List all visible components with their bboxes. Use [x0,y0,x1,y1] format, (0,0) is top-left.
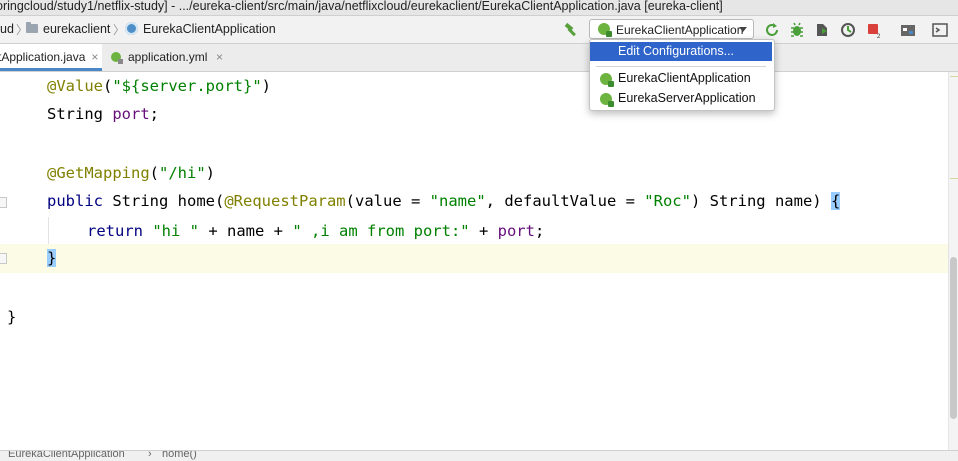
fold-marker-icon[interactable] [0,253,7,264]
menu-item-edit-configurations[interactable]: Edit Configurations... [590,42,772,61]
stop-icon[interactable]: 2 [866,22,882,38]
annotation-token: @Value [47,77,103,95]
menu-item-label: EurekaClientApplication [618,71,751,85]
breadcrumb-item-class[interactable]: EurekaClientApplication [143,22,276,36]
keyword-token: return [87,222,153,240]
code-token: ; [149,105,159,123]
code-line: } [7,303,16,332]
menu-item-label: Edit Configurations... [618,44,735,58]
string-token: "name" [429,192,486,210]
menu-item-eureka-client-application[interactable]: EurekaClientApplication [590,69,772,88]
string-token: "Roc" [644,192,691,210]
breadcrumb-item-project[interactable]: ud [0,22,14,36]
breadcrumb-separator: 〉 [113,23,126,37]
tab-label: application.yml [128,50,208,64]
build-hammer-icon[interactable] [563,22,579,38]
chevron-down-icon [739,27,747,32]
run-configuration-label: EurekaClientApplication [616,23,744,37]
terminal-icon[interactable] [932,22,948,38]
code-line: return "hi " + name + " ,i am from port:… [87,217,544,246]
tab-application-yml[interactable]: application.yml × [108,44,228,71]
run-configurations-popup: Edit Configurations... EurekaClientAppli… [589,39,775,111]
editor-vertical-scrollbar[interactable] [948,72,958,450]
package-folder-icon [26,22,38,33]
scroll-marker [950,76,958,77]
scrollbar-thumb[interactable] [950,257,957,419]
code-editor[interactable]: @Value("${server.port}") String port; @G… [0,72,948,450]
svg-text:2: 2 [877,34,881,38]
code-token: ( [149,164,159,182]
close-icon[interactable]: × [91,50,98,64]
string-token: " ,i am from port:" [292,222,470,240]
debug-bug-icon[interactable] [789,22,805,38]
code-token: ) [261,77,271,95]
tab-eureka-client-application[interactable]: tApplication.java × [0,44,102,71]
annotation-token: @RequestParam [224,192,346,210]
code-line: @GetMapping("/hi") [47,159,215,188]
menu-item-label: EurekaServerApplication [618,91,756,105]
close-icon[interactable]: × [216,44,223,71]
status-breadcrumb-method[interactable]: home() [162,451,197,460]
code-token: String home( [103,192,225,210]
menu-item-eureka-server-application[interactable]: EurekaServerApplication [590,89,772,108]
annotation-token: @GetMapping [47,164,150,182]
window-title: oringcloud/study1/netflix-study] - .../e… [0,0,723,13]
status-breadcrumb-separator: › [148,450,152,460]
status-breadcrumb-class[interactable]: EurekaClientApplication [8,451,125,460]
indent-guide [48,217,49,244]
profile-icon[interactable] [840,22,856,38]
code-token: ; [534,222,545,240]
spring-boot-icon [600,73,614,87]
matched-brace: { [830,192,841,210]
rerun-icon[interactable] [764,22,780,38]
code-token: (value = [345,192,430,210]
coverage-icon[interactable] [814,22,830,38]
breadcrumb-item-package[interactable]: eurekaclient [43,22,110,36]
spring-boot-icon [600,93,614,107]
code-token: , defaultValue = [485,192,645,210]
editor-breadcrumb-bar: EurekaClientApplication › home() [0,450,958,461]
code-token: ) String name) [690,192,831,210]
field-token: port [497,222,535,240]
spring-config-icon [111,52,123,64]
code-token: ) [205,164,216,182]
string-token: "${server.port}" [112,77,262,95]
project-structure-icon[interactable] [900,22,916,38]
navigation-bar: ud 〉 eurekaclient 〉 EurekaClientApplicat… [0,16,958,44]
code-token: + name + [199,222,293,240]
code-token: } [7,308,17,326]
string-token: "/hi" [159,164,206,182]
run-configuration-select[interactable]: EurekaClientApplication [589,19,754,39]
matched-brace: } [47,249,57,267]
spring-boot-icon [598,23,612,37]
code-line: @Value("${server.port}") [47,72,271,101]
class-icon [125,22,138,35]
code-token: + [469,222,498,240]
window-titlebar: oringcloud/study1/netflix-study] - .../e… [0,0,958,16]
keyword-token: public [47,192,103,210]
string-token: "hi " [152,222,199,240]
caret-line-highlight [0,244,948,273]
code-line: public String home(@RequestParam(value =… [47,187,841,216]
tab-label: tApplication.java [0,50,86,64]
code-token: String [47,105,113,123]
scroll-marker [950,178,958,179]
menu-separator [596,66,766,67]
code-line: String port; [47,100,159,129]
editor-tab-bar: tApplication.java × application.yml × [0,44,958,72]
code-token: ( [103,77,113,95]
fold-marker-icon[interactable] [0,197,7,208]
field-token: port [112,105,150,123]
code-line: } [47,244,57,273]
